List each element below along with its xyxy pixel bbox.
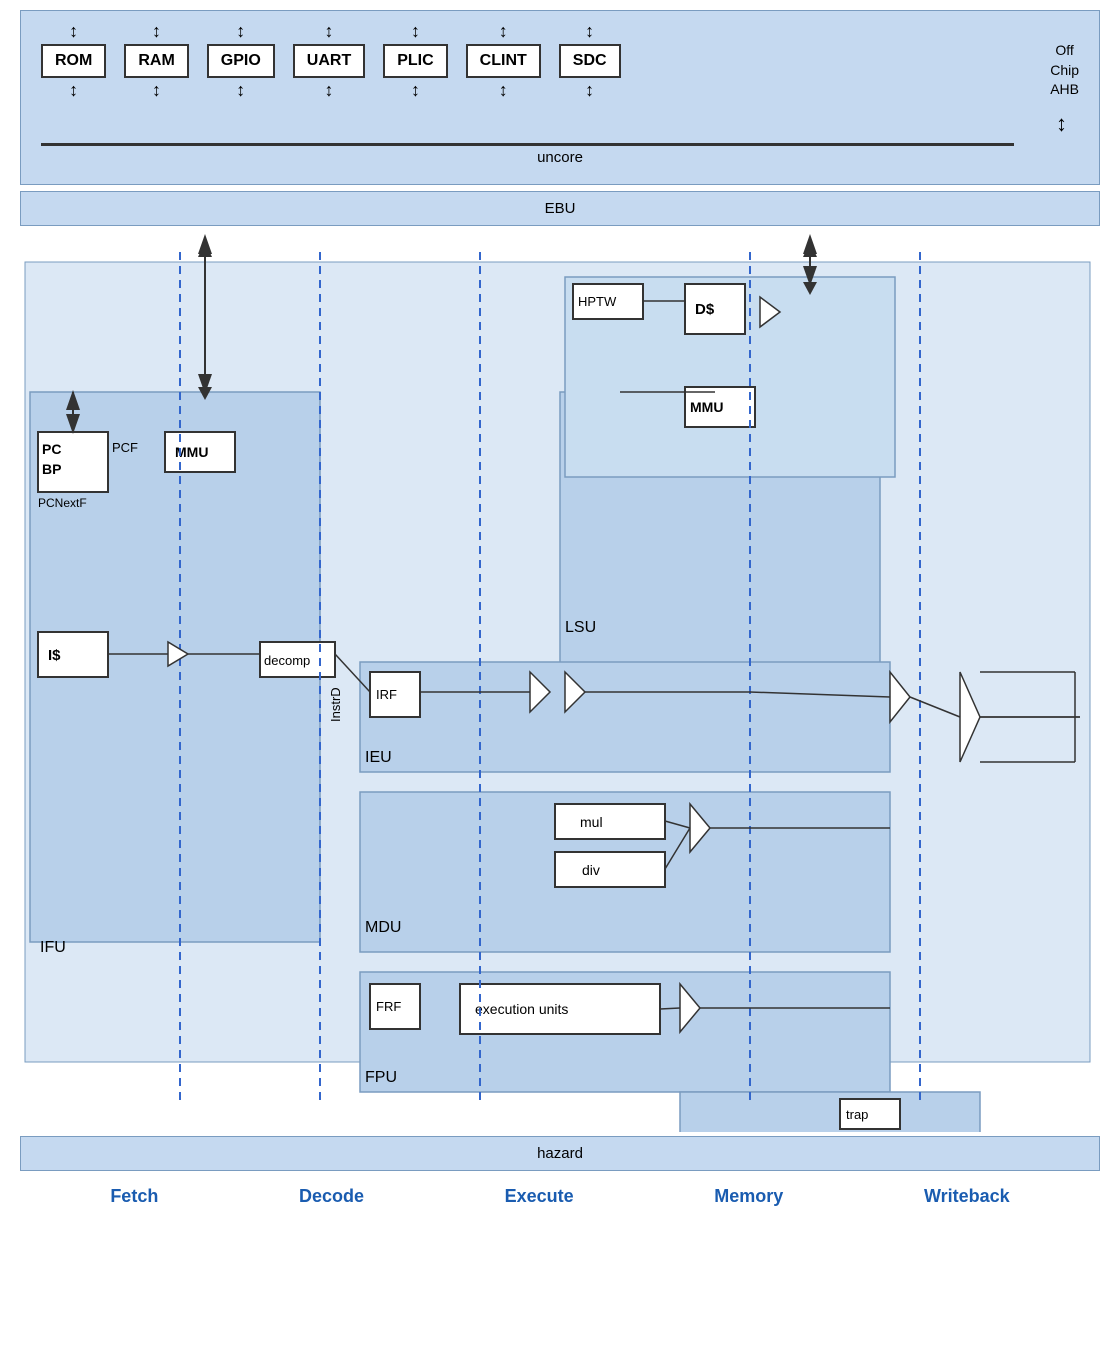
pipeline-svg: IFU InstrD LSU IEU MDU FPU privileged PC [20, 232, 1100, 1132]
svg-text:trap: trap [846, 1107, 868, 1122]
svg-text:IRF: IRF [376, 687, 397, 702]
memory-label: Memory [714, 1186, 783, 1207]
fetch-label: Fetch [110, 1186, 158, 1207]
hazard-label: hazard [537, 1145, 583, 1162]
svg-text:MMU: MMU [690, 399, 723, 415]
plic-block: ↕ PLIC ↕ [383, 21, 447, 101]
svg-text:LSU: LSU [565, 619, 596, 636]
stage-labels: Fetch Decode Execute Memory Writeback [20, 1171, 1100, 1207]
svg-text:InstrD: InstrD [328, 687, 343, 722]
svg-text:PCF: PCF [112, 440, 138, 455]
ebu-section: EBU [20, 191, 1100, 226]
uncore-label: uncore [537, 149, 583, 166]
execute-label: Execute [505, 1186, 574, 1207]
main-container: ↕ ROM ↕ ↕ RAM ↕ ↕ GPIO ↕ ↕ [20, 10, 1100, 1207]
off-chip-label: Off Chip AHB [1050, 41, 1079, 100]
decode-label: Decode [299, 1186, 364, 1207]
svg-text:FPU: FPU [365, 1069, 397, 1086]
svg-text:execution units: execution units [475, 1001, 568, 1017]
svg-text:FRF: FRF [376, 999, 401, 1014]
clint-label: CLINT [466, 44, 541, 78]
ram-block: ↕ RAM ↕ [124, 21, 188, 101]
clint-block: ↕ CLINT ↕ [466, 21, 541, 101]
ram-label: RAM [124, 44, 188, 78]
rom-block: ↕ ROM ↕ [41, 21, 106, 101]
writeback-label: Writeback [924, 1186, 1010, 1207]
svg-text:IFU: IFU [40, 939, 66, 956]
svg-text:MDU: MDU [365, 919, 401, 936]
ebu-label: EBU [545, 200, 576, 217]
off-chip-arrow: ↕ [1056, 111, 1067, 137]
svg-text:mul: mul [580, 814, 603, 830]
gpio-block: ↕ GPIO ↕ [207, 21, 275, 101]
svg-text:I$: I$ [48, 647, 61, 664]
svg-text:HPTW: HPTW [578, 294, 617, 309]
hazard-bar: hazard [20, 1136, 1100, 1171]
gpio-label: GPIO [207, 44, 275, 78]
rom-label: ROM [41, 44, 106, 78]
bus-line [41, 143, 1014, 146]
svg-text:PC: PC [42, 441, 61, 457]
svg-text:PCNextF: PCNextF [38, 496, 87, 510]
svg-text:D$: D$ [695, 301, 715, 318]
sdc-label: SDC [559, 44, 621, 78]
svg-text:IEU: IEU [365, 749, 392, 766]
uart-block: ↕ UART ↕ [293, 21, 365, 101]
pipeline-area: IFU InstrD LSU IEU MDU FPU privileged PC [20, 232, 1100, 1132]
svg-text:div: div [582, 862, 600, 878]
uncore-section: ↕ ROM ↕ ↕ RAM ↕ ↕ GPIO ↕ ↕ [20, 10, 1100, 185]
svg-text:BP: BP [42, 461, 61, 477]
plic-label: PLIC [383, 44, 447, 78]
sdc-block: ↕ SDC ↕ [559, 21, 621, 101]
svg-text:decomp: decomp [264, 653, 310, 668]
uart-label: UART [293, 44, 365, 78]
